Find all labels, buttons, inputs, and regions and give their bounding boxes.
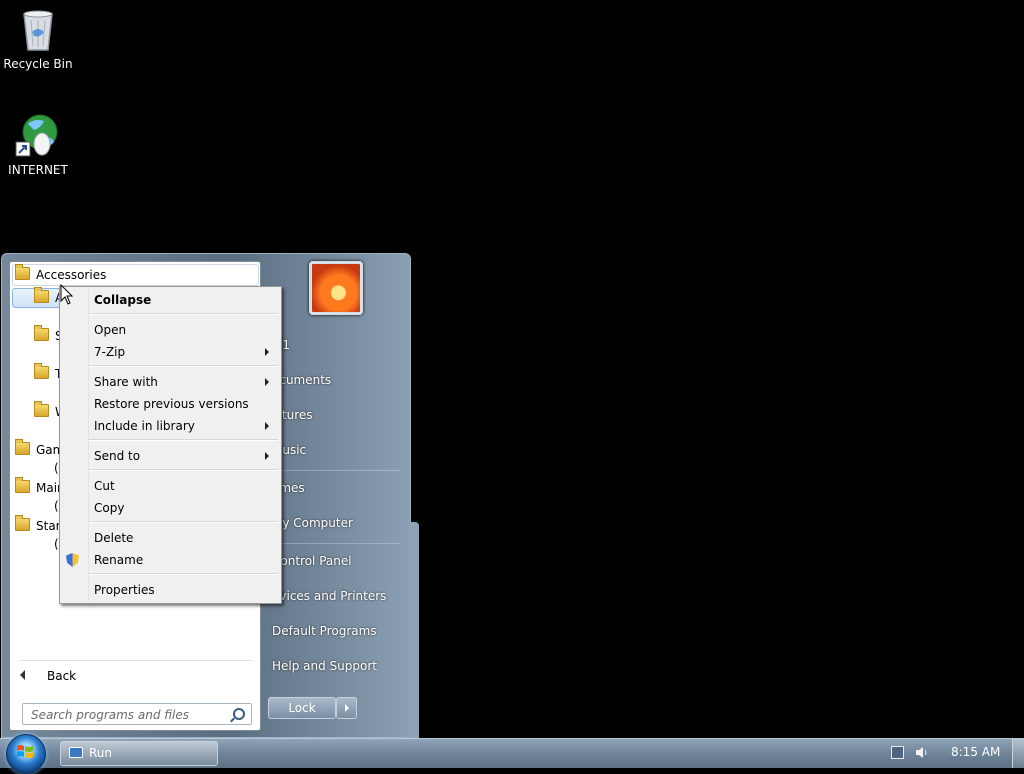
menu-separator bbox=[89, 365, 278, 367]
menu-item-properties[interactable]: Properties bbox=[94, 580, 155, 600]
menu-item-delete[interactable]: Delete bbox=[94, 528, 133, 548]
folder-icon bbox=[15, 439, 30, 455]
folder-icon bbox=[34, 401, 49, 417]
context-menu: Collapse Open 7-Zip Share with Restore p… bbox=[59, 286, 282, 604]
back-button[interactable]: Back bbox=[20, 666, 76, 686]
search-icon[interactable] bbox=[233, 708, 245, 720]
menu-item-share-with[interactable]: Share with bbox=[94, 372, 158, 392]
menu-item-open[interactable]: Open bbox=[94, 320, 126, 340]
program-folder-item[interactable]: Gam bbox=[15, 439, 64, 460]
volume-icon[interactable] bbox=[915, 746, 929, 759]
divider bbox=[270, 543, 400, 544]
windows-logo-icon bbox=[17, 745, 33, 758]
program-folder-item[interactable]: Main bbox=[15, 477, 65, 498]
menu-item-include-in-library[interactable]: Include in library bbox=[94, 416, 195, 436]
submenu-arrow-icon bbox=[265, 452, 269, 460]
menu-item-rename[interactable]: Rename bbox=[94, 550, 143, 570]
run-icon bbox=[69, 747, 83, 758]
internet-label: INTERNET bbox=[8, 163, 68, 177]
menu-item-cut[interactable]: Cut bbox=[94, 476, 115, 496]
start-menu-edge bbox=[410, 522, 419, 738]
lock-button[interactable]: Lock bbox=[268, 697, 336, 719]
menu-gutter bbox=[88, 289, 89, 601]
folder-icon bbox=[34, 325, 49, 341]
accessories-label: Accessories bbox=[36, 268, 107, 282]
taskbar-run-button[interactable]: Run bbox=[60, 741, 218, 766]
uac-shield-icon bbox=[66, 553, 79, 567]
internet-desktop-icon[interactable]: INTERNET bbox=[0, 112, 76, 177]
submenu-arrow-icon bbox=[265, 422, 269, 430]
menu-item-copy[interactable]: Copy bbox=[94, 498, 124, 518]
menu-item-restore-previous-versions[interactable]: Restore previous versions bbox=[94, 394, 249, 414]
back-arrow-icon bbox=[20, 670, 25, 680]
back-label: Back bbox=[47, 669, 77, 683]
recycle-bin-label: Recycle Bin bbox=[3, 57, 73, 71]
menu-item-send-to[interactable]: Send to bbox=[94, 446, 140, 466]
show-desktop-button[interactable] bbox=[1012, 739, 1024, 768]
menu-separator bbox=[89, 469, 278, 471]
user-picture[interactable] bbox=[309, 261, 363, 315]
system-clock[interactable]: 8:15 AM bbox=[951, 745, 1000, 759]
menu-separator bbox=[89, 313, 278, 315]
menu-separator bbox=[89, 573, 278, 575]
divider bbox=[270, 470, 400, 471]
right-item-help-support[interactable]: Help and Support bbox=[272, 656, 377, 676]
folder-icon bbox=[15, 477, 30, 493]
recycle-bin-desktop-icon[interactable]: Recycle Bin bbox=[0, 6, 76, 71]
divider bbox=[20, 660, 252, 661]
network-icon[interactable] bbox=[891, 746, 904, 759]
right-item-control-panel[interactable]: Control Panel bbox=[272, 551, 352, 571]
submenu-arrow-icon bbox=[265, 348, 269, 356]
accessories-folder[interactable]: Accessories bbox=[15, 264, 107, 285]
search-box[interactable] bbox=[22, 703, 252, 725]
folder-icon bbox=[34, 287, 49, 303]
shutdown-options-button[interactable] bbox=[336, 697, 357, 719]
search-input[interactable] bbox=[29, 705, 223, 725]
menu-item-7zip[interactable]: 7-Zip bbox=[94, 342, 125, 362]
recycle-bin-icon bbox=[14, 6, 62, 54]
submenu-arrow-icon bbox=[265, 378, 269, 386]
taskbar-run-label: Run bbox=[89, 746, 113, 760]
folder-icon bbox=[34, 363, 49, 379]
menu-item-collapse[interactable]: Collapse bbox=[94, 290, 151, 310]
menu-separator bbox=[89, 439, 278, 441]
menu-separator bbox=[89, 521, 278, 523]
right-item-default-programs[interactable]: Default Programs bbox=[272, 621, 377, 641]
right-item-devices-printers[interactable]: evices and Printers bbox=[272, 586, 386, 606]
right-item-computer[interactable]: My Computer bbox=[272, 513, 353, 533]
folder-icon bbox=[15, 515, 30, 531]
folder-icon bbox=[15, 264, 30, 280]
internet-shortcut-icon bbox=[14, 112, 62, 160]
